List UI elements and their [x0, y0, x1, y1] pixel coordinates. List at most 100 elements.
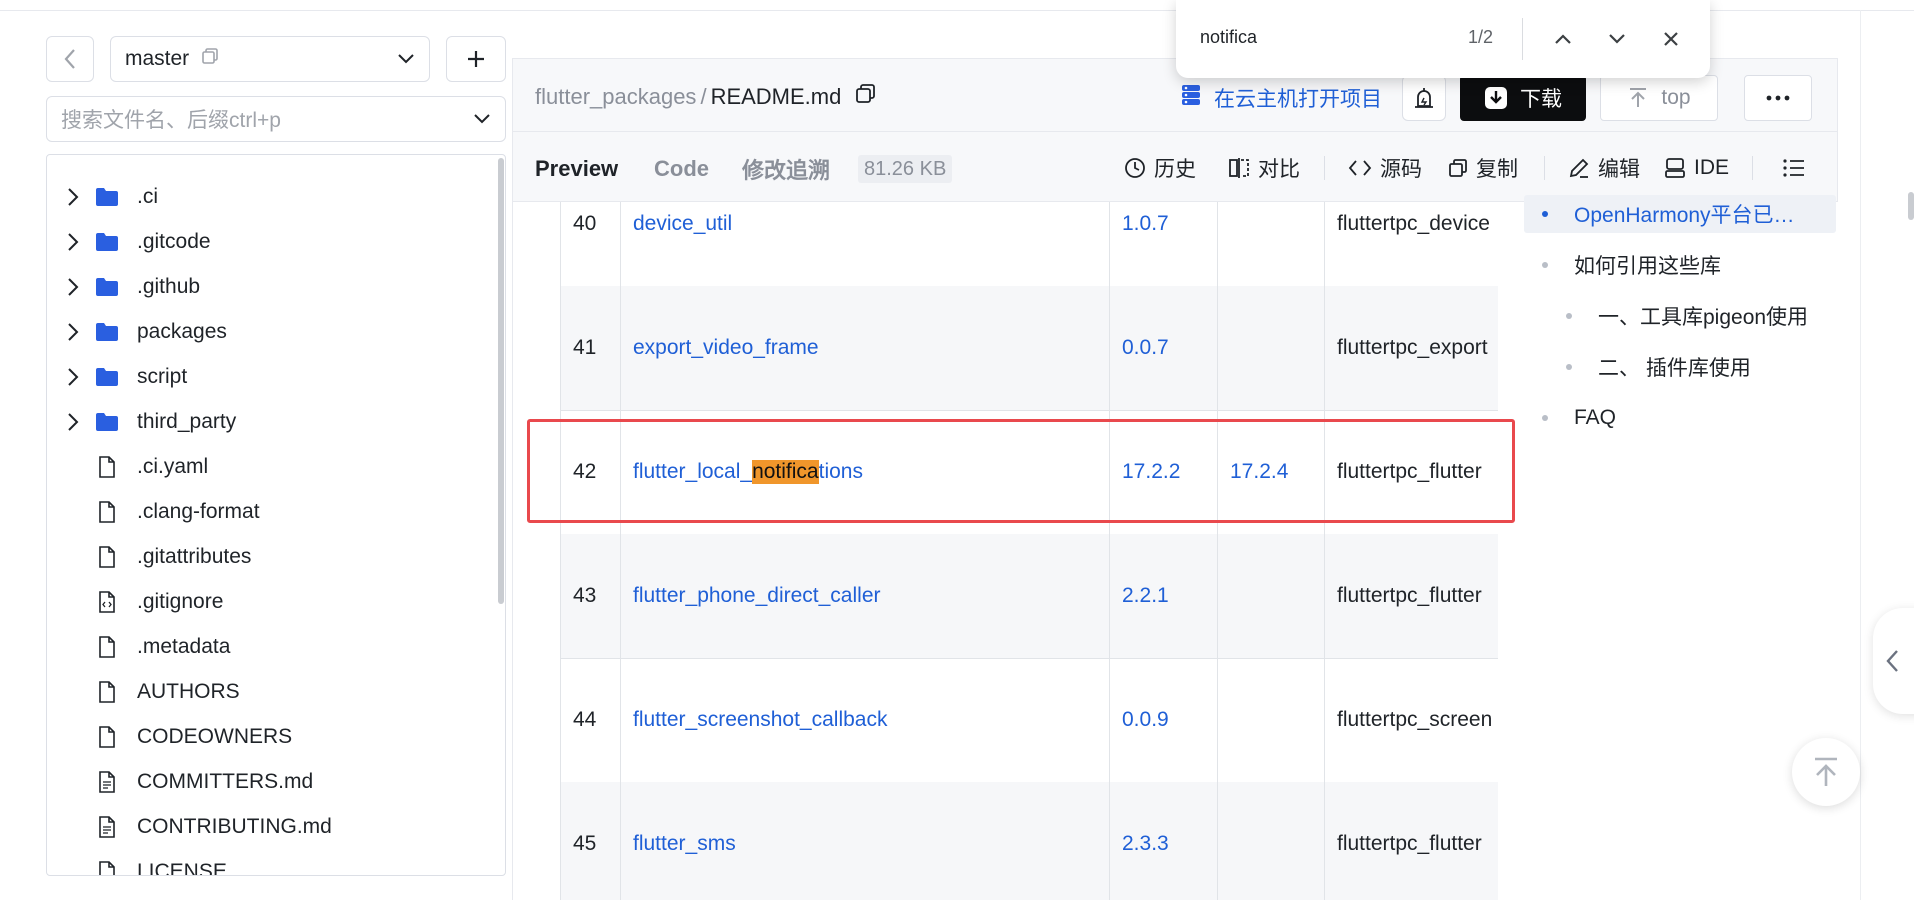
plus-icon [468, 51, 484, 67]
version-link[interactable] [1218, 658, 1325, 782]
chevron-right-icon[interactable] [59, 412, 87, 432]
chevron-right-icon[interactable] [59, 367, 87, 387]
alarm-button[interactable] [1402, 75, 1446, 121]
breadcrumb-repo[interactable]: flutter_packages [535, 84, 696, 110]
tab-preview[interactable]: Preview [535, 154, 618, 184]
tree-folder[interactable]: packages [47, 312, 487, 352]
package-name-link[interactable]: flutter_phone_direct_caller [621, 534, 1110, 658]
tree-folder[interactable]: .ci [47, 177, 487, 217]
more-dots-icon [1766, 95, 1790, 101]
top-button[interactable]: top [1600, 75, 1718, 121]
version-link[interactable] [1218, 286, 1325, 410]
tree-file[interactable]: LICENSE [47, 852, 487, 875]
find-next-button[interactable] [1600, 22, 1634, 56]
version-link[interactable]: 2.3.3 [1110, 782, 1218, 900]
document-icon [93, 771, 121, 793]
chevron-right-icon[interactable] [59, 277, 87, 297]
cloud-host-icon [1180, 83, 1202, 113]
file-icon [93, 681, 121, 703]
toc-item[interactable]: FAQ [1542, 400, 1616, 436]
tab-blame[interactable]: 修改追溯 [742, 154, 830, 184]
table-row: 41 export_video_frame 0.0.7 fluttertpc_expo… [560, 286, 1498, 411]
tree-file[interactable]: .ci.yaml [47, 447, 487, 487]
tree-item-label: CONTRIBUTING.md [137, 815, 332, 838]
toc-item[interactable]: OpenHarmony平台已… [1542, 196, 1795, 232]
close-icon [1664, 32, 1678, 46]
tab-code[interactable]: Code [654, 154, 709, 184]
copy-icon[interactable] [201, 47, 219, 71]
tree-file[interactable]: .metadata [47, 627, 487, 667]
version-link[interactable]: 0.0.7 [1110, 286, 1218, 410]
package-name-link[interactable]: flutter_sms [621, 782, 1110, 900]
compare-icon [1229, 158, 1249, 178]
chevron-right-icon[interactable] [59, 187, 87, 207]
version-link[interactable]: 2.2.1 [1110, 534, 1218, 658]
copy-button[interactable]: 复制 [1448, 152, 1518, 184]
toc-item[interactable]: 如何引用这些库 [1542, 247, 1721, 283]
toc-item[interactable]: 二、 插件库使用 [1566, 349, 1751, 385]
file-tree-scrollbar[interactable] [498, 158, 504, 604]
tree-file[interactable]: .clang-format [47, 492, 487, 532]
ide-button[interactable]: IDE [1664, 152, 1729, 184]
tree-item-label: .gitignore [137, 590, 224, 613]
find-close-button[interactable] [1654, 22, 1688, 56]
folder-icon [93, 412, 121, 432]
collapse-sidebar-button[interactable] [46, 36, 94, 82]
tree-folder[interactable]: script [47, 357, 487, 397]
chevron-right-icon[interactable] [59, 322, 87, 342]
tree-file[interactable]: AUTHORS [47, 672, 487, 712]
more-button[interactable] [1744, 75, 1812, 121]
toc-item-label: 一、工具库pigeon使用 [1598, 306, 1809, 329]
file-search-input[interactable]: 搜索文件名、后缀ctrl+p [46, 96, 506, 142]
tree-file[interactable]: .gitattributes [47, 537, 487, 577]
version-link[interactable]: 1.0.7 [1110, 202, 1218, 286]
open-in-cloud-link[interactable]: 在云主机打开项目 [1180, 80, 1382, 116]
tree-file[interactable]: CODEOWNERS [47, 717, 487, 757]
tree-item-label: COMMITTERS.md [137, 770, 314, 793]
toc-toggle-button[interactable] [1782, 152, 1806, 184]
copy-path-icon[interactable] [855, 83, 877, 111]
tree-folder[interactable]: third_party [47, 402, 487, 442]
chevron-down-icon[interactable] [473, 107, 491, 131]
history-label: 历史 [1154, 158, 1196, 181]
download-button[interactable]: 下载 [1460, 75, 1586, 121]
tree-file[interactable]: .gitignore [47, 582, 487, 622]
find-previous-button[interactable] [1546, 22, 1580, 56]
version-link[interactable] [1218, 534, 1325, 658]
row-number: 40 [561, 202, 621, 286]
edit-button[interactable]: 编辑 [1568, 152, 1640, 184]
package-name-link[interactable]: export_video_frame [621, 286, 1110, 410]
folder-icon [93, 322, 121, 342]
ohos-package-name: fluttertpc_export [1337, 336, 1488, 359]
source-button[interactable]: 源码 [1348, 152, 1422, 184]
package-name-link[interactable]: flutter_screenshot_callback [621, 658, 1110, 782]
packages-table: 40 device_util 1.0.7 fluttertpc_device 41 exp… [560, 202, 1498, 900]
file-icon [93, 861, 121, 875]
side-panel-toggle[interactable] [1873, 608, 1914, 714]
branch-selector[interactable]: master [110, 36, 430, 82]
source-label: 源码 [1380, 158, 1422, 181]
compare-button[interactable]: 对比 [1228, 152, 1300, 184]
version-link[interactable] [1218, 782, 1325, 900]
branch-name: master [125, 47, 190, 70]
ide-icon [1665, 158, 1685, 178]
table-row: 43 flutter_phone_direct_caller 2.2.1 flutte… [560, 534, 1498, 659]
tree-file[interactable]: COMMITTERS.md [47, 762, 487, 802]
package-name-link[interactable]: device_util [621, 202, 1110, 286]
scroll-to-top-button[interactable] [1792, 738, 1860, 806]
file-icon [93, 501, 121, 523]
page-scrollbar-thumb[interactable] [1908, 192, 1914, 220]
history-button[interactable]: 历史 [1124, 152, 1196, 184]
tree-folder[interactable]: .github [47, 267, 487, 307]
tree-folder[interactable]: .gitcode [47, 222, 487, 262]
tree-file[interactable]: CONTRIBUTING.md [47, 807, 487, 847]
arrow-up-icon [1630, 88, 1647, 107]
chevron-right-icon[interactable] [59, 232, 87, 252]
version-link[interactable]: 0.0.9 [1110, 658, 1218, 782]
find-input[interactable]: notifica [1200, 27, 1257, 48]
tree-item-label: packages [137, 320, 227, 343]
version-link[interactable] [1218, 202, 1325, 286]
add-button[interactable] [446, 36, 506, 82]
toc-item[interactable]: 一、工具库pigeon使用 [1566, 298, 1808, 334]
document-icon [93, 816, 121, 838]
